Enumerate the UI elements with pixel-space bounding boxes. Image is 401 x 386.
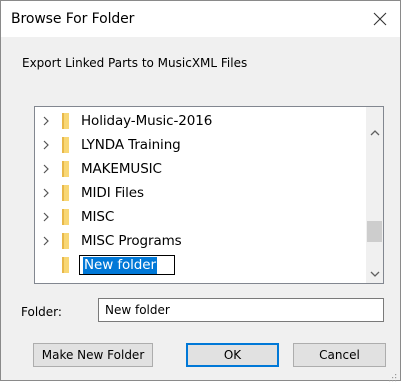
tree-item-editing[interactable]: New folder bbox=[35, 253, 365, 277]
chevron-right-icon[interactable] bbox=[40, 139, 52, 151]
tree-item[interactable]: LYNDA Training bbox=[35, 133, 365, 157]
chevron-right-icon[interactable] bbox=[40, 187, 52, 199]
tree-item-label: Holiday-Music-2016 bbox=[81, 113, 213, 129]
dialog-description: Export Linked Parts to MusicXML Files bbox=[22, 56, 248, 70]
chevron-down-icon[interactable] bbox=[366, 266, 383, 283]
tree-item[interactable]: MAKEMUSIC bbox=[35, 157, 365, 181]
folder-tree[interactable]: Holiday-Music-2016 LYNDA Training MAKEMU… bbox=[34, 106, 384, 284]
tree-scrollbar[interactable] bbox=[366, 107, 383, 283]
scrollbar-thumb[interactable] bbox=[367, 221, 382, 242]
tree-item-label: MIDI Files bbox=[81, 185, 144, 201]
folder-icon bbox=[62, 256, 70, 274]
tree-item-label: MISC bbox=[81, 209, 115, 225]
resize-grip-icon[interactable] bbox=[387, 367, 397, 382]
chevron-up-icon[interactable] bbox=[366, 124, 383, 141]
folder-icon bbox=[62, 136, 70, 154]
rename-folder-input[interactable]: New folder bbox=[79, 255, 175, 275]
cancel-button[interactable]: Cancel bbox=[293, 343, 386, 367]
rename-folder-selected-text: New folder bbox=[83, 256, 157, 274]
tree-item[interactable]: MISC Programs bbox=[35, 229, 365, 253]
window-title: Browse For Folder bbox=[11, 11, 135, 27]
tree-item-label: MISC Programs bbox=[81, 233, 182, 249]
folder-icon bbox=[62, 112, 70, 130]
folder-icon bbox=[62, 232, 70, 250]
ok-button[interactable]: OK bbox=[186, 343, 279, 367]
tree-item[interactable]: MIDI Files bbox=[35, 181, 365, 205]
chevron-right-icon[interactable] bbox=[40, 115, 52, 127]
chevron-right-icon[interactable] bbox=[40, 163, 52, 175]
browse-for-folder-dialog: Browse For Folder Export Linked Parts to… bbox=[0, 0, 401, 382]
tree-item[interactable]: Holiday-Music-2016 bbox=[35, 109, 365, 133]
tree-item-label: LYNDA Training bbox=[81, 137, 181, 153]
folder-icon bbox=[62, 208, 70, 226]
folder-name-input[interactable] bbox=[98, 298, 384, 322]
chevron-right-icon[interactable] bbox=[40, 235, 52, 247]
tree-item[interactable]: MISC bbox=[35, 205, 365, 229]
chevron-right-icon[interactable] bbox=[40, 211, 52, 223]
folder-icon bbox=[62, 160, 70, 178]
folder-icon bbox=[62, 184, 70, 202]
folder-field-label: Folder: bbox=[21, 305, 62, 319]
tree-item-label: MAKEMUSIC bbox=[81, 161, 162, 177]
title-bar[interactable]: Browse For Folder bbox=[1, 1, 400, 37]
make-new-folder-button[interactable]: Make New Folder bbox=[33, 343, 153, 367]
close-icon[interactable] bbox=[368, 7, 392, 31]
